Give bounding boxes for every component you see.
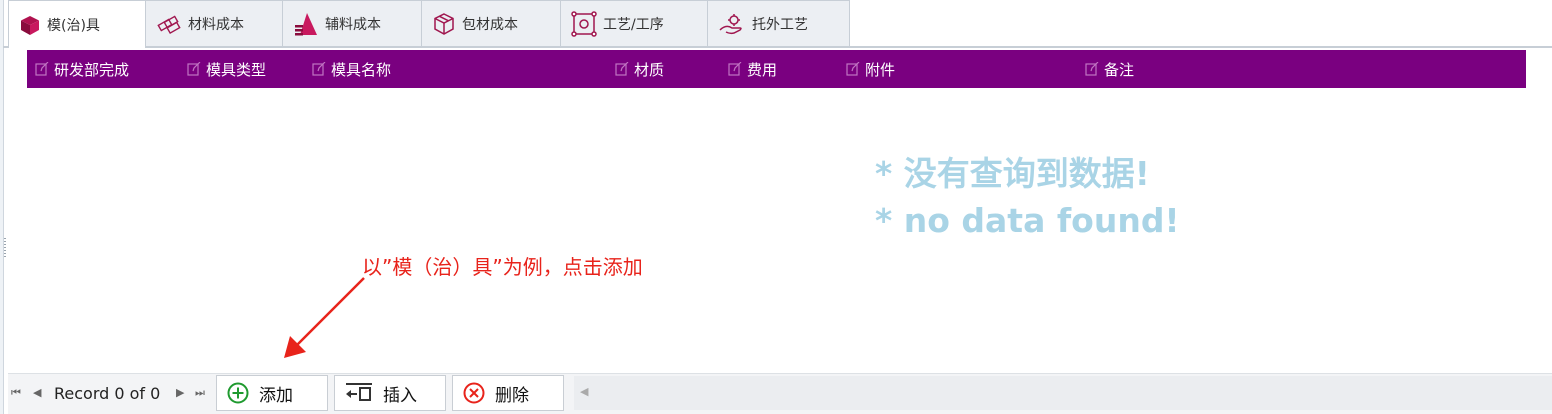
tab-label: 辅料成本: [325, 16, 381, 33]
scroll-left-icon[interactable]: ◀: [580, 385, 588, 398]
tab-process[interactable]: 工艺/工序: [560, 0, 708, 46]
annotation-callout: 以”模（治）具”为例，点击添加: [362, 255, 643, 279]
insert-button[interactable]: 插入: [334, 375, 446, 411]
grid-header: 研发部完成 模具类型 模具名称 材质 费用 附件 备注: [27, 50, 1526, 88]
next-record-icon[interactable]: ▶: [176, 386, 185, 399]
cube-icon: [19, 14, 41, 36]
outsource-icon: [718, 12, 746, 36]
process-icon: [571, 10, 597, 37]
tab-label: 包材成本: [462, 16, 518, 33]
edit-icon: [187, 62, 201, 76]
column-header-mold-name[interactable]: 模具名称: [312, 50, 391, 88]
column-header-cost[interactable]: 费用: [728, 50, 777, 88]
edit-icon: [728, 62, 742, 76]
splitter-grip[interactable]: [4, 238, 6, 258]
edit-icon: [35, 62, 49, 76]
tab-mold-fixture[interactable]: 模(治)具: [8, 0, 146, 48]
prev-record-icon[interactable]: ◀: [33, 386, 42, 399]
empty-state-cn: * 没有查询到数据!: [875, 154, 1150, 193]
tab-label: 工艺/工序: [603, 16, 664, 33]
tab-label: 托外工艺: [752, 16, 808, 33]
tab-packaging-cost[interactable]: 包材成本: [421, 0, 561, 46]
left-edge-strip: [0, 0, 4, 414]
tab-label: 模(治)具: [47, 17, 100, 34]
column-header-label: 费用: [747, 60, 778, 79]
column-header-remarks[interactable]: 备注: [1085, 50, 1134, 88]
record-counter: Record 0 of 0: [54, 384, 161, 403]
edit-icon: [312, 62, 326, 76]
tab-strip: 模(治)具 材料成本 辅料成本 包材成本 工艺/工序 托外工艺: [8, 0, 850, 48]
edit-icon: [1085, 62, 1099, 76]
last-record-icon[interactable]: ⏭: [195, 386, 205, 400]
column-header-rd-complete[interactable]: 研发部完成: [35, 50, 129, 88]
insert-icon: [346, 383, 372, 401]
column-header-label: 材质: [634, 60, 665, 79]
package-icon: [432, 12, 456, 36]
horizontal-scrollbar[interactable]: ◀: [574, 376, 1552, 410]
record-navigator: ⏮ ◀ Record 0 of 0 ▶ ⏭ 添加 插入 删除 ◀: [8, 373, 1552, 414]
column-header-mold-type[interactable]: 模具类型: [187, 50, 266, 88]
column-header-label: 研发部完成: [54, 60, 130, 79]
add-button-label: 添加: [259, 385, 293, 406]
empty-state-message: * 没有查询到数据! * no data found!: [875, 150, 1180, 244]
add-button[interactable]: 添加: [216, 375, 328, 411]
delete-button-label: 删除: [495, 385, 529, 406]
edit-icon: [615, 62, 629, 76]
column-header-label: 模具类型: [206, 60, 267, 79]
plus-circle-icon: [227, 382, 249, 404]
materials-icon: [156, 13, 182, 35]
column-header-material[interactable]: 材质: [615, 50, 664, 88]
annotation-arrow-icon: [284, 277, 365, 358]
edit-icon: [846, 62, 860, 76]
tab-label: 材料成本: [188, 16, 244, 33]
tab-auxiliary-cost[interactable]: 辅料成本: [282, 0, 422, 46]
column-header-label: 附件: [865, 60, 896, 79]
empty-state-en: * no data found!: [875, 201, 1180, 240]
column-header-label: 备注: [1104, 60, 1135, 79]
column-header-label: 模具名称: [331, 60, 392, 79]
column-header-attachment[interactable]: 附件: [846, 50, 895, 88]
insert-button-label: 插入: [383, 385, 417, 406]
tab-outsource-process[interactable]: 托外工艺: [707, 0, 850, 46]
delete-circle-icon: [463, 382, 485, 404]
auxiliary-icon: [293, 11, 319, 37]
delete-button[interactable]: 删除: [452, 375, 564, 411]
first-record-icon[interactable]: ⏮: [11, 386, 21, 400]
tab-material-cost[interactable]: 材料成本: [145, 0, 283, 46]
